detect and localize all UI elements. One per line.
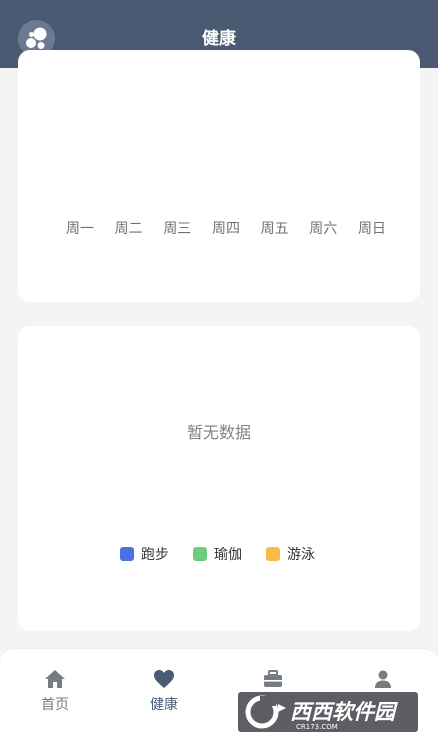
home-icon <box>45 670 65 688</box>
legend-item-yoga[interactable]: 瑜伽 <box>193 544 242 564</box>
tab-label: 健康 <box>150 697 178 713</box>
toolbox-icon <box>264 670 282 687</box>
tab-home[interactable]: 首页 <box>10 669 100 714</box>
legend-swatch <box>266 547 280 561</box>
sport-chart-card: 暂无数据 跑步 瑜伽 游泳 <box>18 326 420 631</box>
watermark-text: 西西软件园 <box>290 700 398 724</box>
weekday-label: 周日 <box>357 221 386 237</box>
tab-health[interactable]: 健康 <box>119 669 209 714</box>
tab-label: 首页 <box>41 697 69 713</box>
weekday-label: 周一 <box>66 221 94 237</box>
legend-item-swimming[interactable]: 游泳 <box>266 544 315 564</box>
legend-swatch <box>193 547 207 561</box>
weekday-label: 周六 <box>309 221 338 237</box>
heart-icon <box>154 670 174 688</box>
empty-state-text: 暂无数据 <box>186 423 251 442</box>
tab-profile[interactable] <box>338 669 428 694</box>
tab-tools[interactable] <box>228 669 318 694</box>
chart-legend: 跑步 瑜伽 游泳 <box>120 544 315 564</box>
weekly-chart-card: 周一 周二 周三 周四 周五 周六 周日 <box>18 50 420 302</box>
legend-item-running[interactable]: 跑步 <box>120 544 169 564</box>
user-icon <box>375 670 391 688</box>
weekday-label: 周五 <box>260 221 289 237</box>
legend-label: 瑜伽 <box>214 547 242 563</box>
watermark-subtext: CR173.COM <box>296 723 338 731</box>
legend-label: 游泳 <box>287 547 315 563</box>
site-watermark: 西西软件园 CR173.COM <box>238 692 418 732</box>
weekday-label: 周四 <box>211 221 240 237</box>
legend-swatch <box>120 547 134 561</box>
legend-label: 跑步 <box>141 547 169 563</box>
watermark-logo-icon: 西西软件园 CR173.COM <box>245 695 398 731</box>
weekday-label: 周三 <box>163 221 192 237</box>
weekday-axis: 周一 周二 周三 周四 周五 周六 周日 <box>66 218 386 238</box>
weekday-label: 周二 <box>114 221 143 237</box>
